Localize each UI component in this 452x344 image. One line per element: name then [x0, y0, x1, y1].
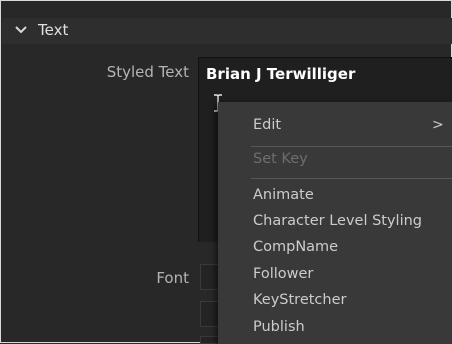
menu-item-edit[interactable]: Edit: [253, 117, 281, 133]
menu-item-animate[interactable]: Animate: [253, 187, 314, 203]
chevron-down-icon[interactable]: [14, 23, 28, 37]
text-section-header[interactable]: Text: [2, 18, 452, 44]
font-label: Font: [156, 269, 189, 287]
menu-item-publish[interactable]: Publish: [253, 319, 305, 335]
menu-item-character-level-styling[interactable]: Character Level Styling: [253, 213, 422, 229]
menu-separator: [251, 178, 452, 179]
section-title: Text: [38, 21, 69, 39]
menu-separator: [251, 146, 452, 147]
menu-item-follower[interactable]: Follower: [253, 266, 313, 282]
font-family-dropdown[interactable]: [200, 264, 220, 290]
context-menu: Edit > Set Key Animate Character Level S…: [218, 102, 452, 344]
menu-item-compname[interactable]: CompName: [253, 239, 338, 255]
styled-text-label: Styled Text: [106, 63, 189, 81]
inspector-panel: Text Styled Text Brian J Terwilliger Fon…: [0, 0, 452, 344]
styled-text-value: Brian J Terwilliger: [206, 65, 356, 83]
menu-item-keystretcher[interactable]: KeyStretcher: [253, 292, 346, 308]
font-style-dropdown[interactable]: [200, 301, 220, 327]
menu-item-set-key: Set Key: [253, 151, 308, 167]
submenu-arrow-icon: >: [432, 117, 444, 133]
